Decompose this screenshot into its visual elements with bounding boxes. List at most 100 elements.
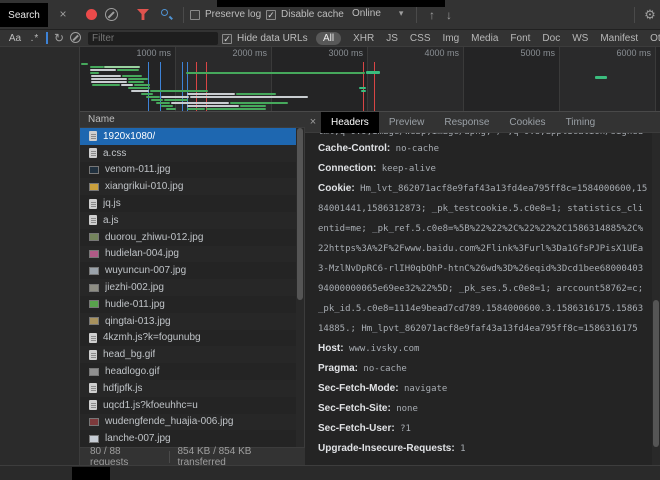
waterfall-bar xyxy=(187,105,239,107)
table-row[interactable]: wuyuncun-007.jpg xyxy=(80,262,297,279)
gear-icon[interactable]: ⚙ xyxy=(642,7,658,23)
table-row[interactable]: 1920x1080/ xyxy=(80,128,297,145)
waterfall-bar xyxy=(91,81,127,83)
pill-media[interactable]: Media xyxy=(471,33,498,44)
tab-timing[interactable]: Timing xyxy=(556,112,606,133)
table-row[interactable]: 4kzmh.js?k=fogunubg xyxy=(80,330,297,347)
header-value: no-cache xyxy=(390,144,439,154)
pill-other[interactable]: Other xyxy=(650,33,660,44)
table-row[interactable]: headlogo.gif xyxy=(80,363,297,380)
header-name: Upgrade-Insecure-Requests: xyxy=(318,443,455,454)
clear-icon[interactable] xyxy=(105,8,118,21)
request-name: duorou_zhiwu-012.jpg xyxy=(105,232,203,243)
waterfall-bar xyxy=(166,108,176,110)
search-drawer-tab[interactable]: Search xyxy=(0,3,48,27)
name-column-header[interactable]: Name xyxy=(80,112,305,128)
details-scroll-thumb[interactable] xyxy=(653,300,659,447)
pill-xhr[interactable]: XHR xyxy=(353,33,374,44)
pill-font[interactable]: Font xyxy=(510,33,530,44)
waterfall-bar xyxy=(164,99,188,101)
filter-input[interactable] xyxy=(88,32,218,45)
waterfall-bar xyxy=(366,71,380,74)
image-file-icon xyxy=(89,284,99,292)
export-har-icon[interactable]: ↓ xyxy=(443,7,455,23)
pill-manifest[interactable]: Manifest xyxy=(600,33,638,44)
table-row[interactable]: wudengfende_huajia-006.jpg xyxy=(80,414,297,431)
tab-headers[interactable]: Headers xyxy=(321,112,379,133)
table-row[interactable]: jq.js xyxy=(80,195,297,212)
image-file-icon xyxy=(89,435,99,443)
list-scroll-thumb[interactable] xyxy=(297,128,303,300)
table-row[interactable]: xiangrikui-010.jpg xyxy=(80,178,297,195)
preserve-log-label: Preserve log xyxy=(205,9,261,20)
request-name: headlogo.gif xyxy=(105,366,160,377)
waterfall-bar xyxy=(128,81,144,83)
overview-section: 6000 ms xyxy=(560,47,656,112)
search-icon[interactable] xyxy=(160,8,173,21)
regex-button[interactable]: .* xyxy=(28,32,42,45)
table-row[interactable]: qingtai-013.jpg xyxy=(80,313,297,330)
table-row[interactable]: venom-011.jpg xyxy=(80,162,297,179)
header-value: Hm_lvt_862071acf8e9faf43a13fd4ea795ff8c=… xyxy=(318,184,647,334)
request-name: hudielan-004.jpg xyxy=(105,248,179,259)
details-scrollbar[interactable] xyxy=(652,133,660,465)
document-file-icon xyxy=(89,400,97,410)
network-overview-waterfall[interactable]: 1000 ms2000 ms3000 ms4000 ms5000 ms6000 … xyxy=(80,47,660,112)
request-name: head_bg.gif xyxy=(103,349,155,360)
hide-data-urls-checkbox[interactable]: ✓ xyxy=(222,34,232,44)
search-results-panel xyxy=(0,47,80,465)
waterfall-bar xyxy=(90,66,104,68)
import-har-icon[interactable]: ↑ xyxy=(426,7,438,23)
tab-response[interactable]: Response xyxy=(434,112,499,133)
filter-funnel-icon[interactable] xyxy=(137,9,149,20)
preserve-log-checkbox[interactable] xyxy=(190,10,200,20)
pill-all[interactable]: All xyxy=(316,32,341,45)
clear-search-icon[interactable] xyxy=(70,32,81,43)
waterfall-bar xyxy=(359,87,366,89)
disable-cache-checkbox[interactable]: ✓ xyxy=(266,10,276,20)
header-name: Cache-Control: xyxy=(318,143,390,154)
request-name: lanche-007.jpg xyxy=(105,433,171,444)
toolbar-divider xyxy=(416,7,417,23)
header-name: Sec-Fetch-Site: xyxy=(318,403,391,414)
header-entry: Sec-Fetch-Mode: navigate xyxy=(318,379,648,399)
throttling-dropdown[interactable]: Online ▾ xyxy=(352,8,403,19)
drawer-edge-strip xyxy=(0,465,660,480)
table-row[interactable]: hudielan-004.jpg xyxy=(80,246,297,263)
pill-js[interactable]: JS xyxy=(386,33,398,44)
hide-data-urls-toggle[interactable]: ✓ Hide data URLs xyxy=(222,33,308,44)
table-row[interactable]: hudie-011.jpg xyxy=(80,296,297,313)
waterfall-bar xyxy=(131,90,149,92)
search-handle xyxy=(169,16,173,20)
header-entries: Cache-Control: no-cacheConnection: keep-… xyxy=(318,139,648,457)
disable-cache-toggle[interactable]: ✓ Disable cache xyxy=(266,9,344,20)
table-row[interactable]: a.css xyxy=(80,145,297,162)
header-entry: Cookie: Hm_lvt_862071acf8e9faf43a13fd4ea… xyxy=(318,179,648,339)
waterfall-bar xyxy=(146,96,160,98)
tab-cookies[interactable]: Cookies xyxy=(499,112,555,133)
tab-preview[interactable]: Preview xyxy=(379,112,435,133)
list-scrollbar[interactable] xyxy=(296,128,304,447)
table-row[interactable]: jiezhi-002.jpg xyxy=(80,279,297,296)
waterfall-bar xyxy=(595,76,607,79)
refresh-icon[interactable]: ↻ xyxy=(52,30,66,46)
table-row[interactable]: a.js xyxy=(80,212,297,229)
preserve-log-toggle[interactable]: Preserve log xyxy=(190,9,261,20)
pill-doc[interactable]: Doc xyxy=(542,33,560,44)
pill-ws[interactable]: WS xyxy=(572,33,588,44)
waterfall-bar xyxy=(122,75,142,77)
pill-css[interactable]: CSS xyxy=(410,33,431,44)
table-row[interactable]: lanche-007.jpg xyxy=(80,430,297,447)
table-row[interactable]: duorou_zhiwu-012.jpg xyxy=(80,229,297,246)
table-row[interactable]: head_bg.gif xyxy=(80,346,297,363)
record-icon[interactable] xyxy=(86,9,97,20)
match-case-button[interactable]: Aa xyxy=(7,32,23,45)
close-icon[interactable]: × xyxy=(305,116,321,128)
close-icon[interactable]: × xyxy=(56,5,70,23)
header-name: Connection: xyxy=(318,163,376,174)
table-row[interactable]: hdfjpfk.js xyxy=(80,380,297,397)
details-tab-bar: × HeadersPreviewResponseCookiesTiming xyxy=(305,112,660,133)
request-list-panel: Name 1920x1080/a.cssvenom-011.jpgxiangri… xyxy=(80,112,305,465)
table-row[interactable]: uqcd1.js?kfoeuhhc=u xyxy=(80,397,297,414)
pill-img[interactable]: Img xyxy=(442,33,459,44)
